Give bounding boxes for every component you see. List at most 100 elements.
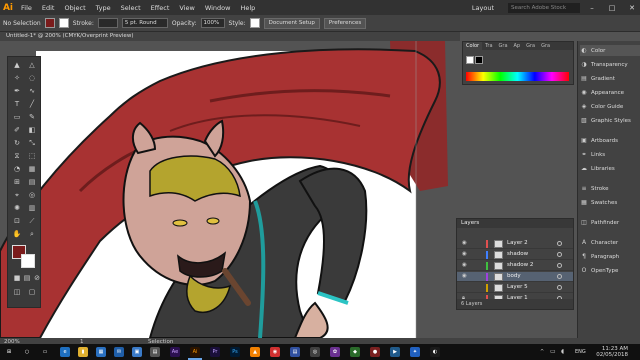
- stroke-weight-field[interactable]: [97, 18, 118, 28]
- opacity-field[interactable]: 100%: [200, 18, 225, 28]
- mesh-tool-icon[interactable]: ⊞: [12, 177, 22, 187]
- tab-graphic[interactable]: Gra: [523, 42, 538, 50]
- menu-file[interactable]: File: [16, 4, 37, 12]
- target-circle-icon[interactable]: [557, 274, 562, 279]
- layer-row[interactable]: ◉ body: [457, 272, 573, 282]
- shape-builder-tool-icon[interactable]: ◔: [12, 164, 22, 174]
- shaper-tool-icon[interactable]: ✐: [12, 125, 22, 135]
- panel-libraries[interactable]: ☁ Libraries: [580, 163, 640, 174]
- app-icon[interactable]: ▶: [390, 347, 400, 357]
- tab-color[interactable]: Color: [463, 42, 483, 50]
- hand-tool-icon[interactable]: ✋: [12, 229, 22, 239]
- free-transform-tool-icon[interactable]: ⬚: [27, 151, 37, 161]
- gradient-tool-icon[interactable]: ▤: [27, 177, 37, 187]
- chrome-icon[interactable]: ◉: [270, 347, 280, 357]
- panel-paragraph[interactable]: ¶ Paragraph: [580, 251, 640, 262]
- rotate-tool-icon[interactable]: ↻: [12, 138, 22, 148]
- panel-stroke-swatch[interactable]: [475, 56, 483, 64]
- store-icon[interactable]: ▦: [96, 347, 106, 357]
- line-tool-icon[interactable]: ╱: [27, 99, 37, 109]
- scale-tool-icon[interactable]: ⤡: [27, 138, 37, 148]
- illustrator-icon[interactable]: Ai: [190, 347, 200, 357]
- tab-gradient[interactable]: Gra: [496, 42, 511, 50]
- system-clock[interactable]: 11:23 AM 02/05/2018: [596, 346, 628, 358]
- panel-appearance[interactable]: ◉ Appearance: [580, 87, 640, 98]
- app-icon[interactable]: ●: [370, 347, 380, 357]
- graph-tool-icon[interactable]: ▥: [27, 203, 37, 213]
- vlc-icon[interactable]: ▲: [250, 347, 260, 357]
- menu-type[interactable]: Type: [91, 4, 116, 12]
- visibility-eye-icon[interactable]: ◉: [462, 251, 467, 257]
- document-setup-button[interactable]: Document Setup: [263, 17, 320, 29]
- gradient-mode-icon[interactable]: ▤: [22, 273, 32, 283]
- visibility-eye-icon[interactable]: ◉: [462, 262, 467, 268]
- app-icon[interactable]: ▤: [290, 347, 300, 357]
- minimize-icon[interactable]: –: [584, 4, 600, 12]
- stroke-color-swatch[interactable]: [21, 254, 35, 268]
- artboard-tool-icon[interactable]: ⊡: [12, 216, 22, 226]
- language-indicator[interactable]: ENG: [575, 349, 586, 355]
- fill-swatch[interactable]: [44, 18, 55, 28]
- color-mode-icon[interactable]: ■: [12, 273, 22, 283]
- app-icon[interactable]: ◐: [430, 347, 440, 357]
- character-artwork[interactable]: [0, 41, 460, 338]
- type-tool-icon[interactable]: T: [12, 99, 22, 109]
- target-circle-icon[interactable]: [557, 263, 562, 268]
- app-icon[interactable]: ✦: [410, 347, 420, 357]
- menu-edit[interactable]: Edit: [37, 4, 60, 12]
- mail-icon[interactable]: ✉: [114, 347, 124, 357]
- lasso-tool-icon[interactable]: ◌: [27, 73, 37, 83]
- layer-row[interactable]: ◉ shadow 2: [457, 261, 573, 271]
- curvature-tool-icon[interactable]: ∿: [27, 86, 37, 96]
- document-tab[interactable]: Untitled-1* @ 200% (CMYK/Overprint Previ…: [0, 32, 460, 41]
- panel-character[interactable]: A Character: [580, 237, 640, 248]
- menu-object[interactable]: Object: [59, 4, 90, 12]
- photoshop-icon[interactable]: Ps: [230, 347, 240, 357]
- width-tool-icon[interactable]: ⧖: [12, 151, 22, 161]
- panel-color-guide[interactable]: ◈ Color Guide: [580, 101, 640, 112]
- app-icon[interactable]: ✿: [330, 347, 340, 357]
- preferences-button[interactable]: Preferences: [323, 17, 367, 29]
- task-view-icon[interactable]: ▭: [40, 347, 50, 357]
- layer-row[interactable]: ◉ shadow: [457, 250, 573, 260]
- panel-transparency[interactable]: ◑ Transparency: [580, 59, 640, 70]
- brush-select[interactable]: 5 pt. Round: [121, 18, 168, 28]
- menu-window[interactable]: Window: [200, 4, 236, 12]
- target-circle-icon[interactable]: [557, 252, 562, 257]
- panel-stroke[interactable]: ≡ Stroke: [580, 183, 640, 194]
- panel-swatches[interactable]: ▦ Swatches: [580, 197, 640, 208]
- tab-appearance[interactable]: Ap: [511, 42, 524, 50]
- canvas[interactable]: [0, 41, 460, 338]
- maximize-icon[interactable]: □: [604, 4, 620, 12]
- panel-gradient[interactable]: ▤ Gradient: [580, 73, 640, 84]
- search-icon[interactable]: ○: [22, 347, 32, 357]
- network-icon[interactable]: ▭: [550, 348, 556, 355]
- visibility-eye-icon[interactable]: ◉: [462, 273, 467, 279]
- premiere-icon[interactable]: Pr: [210, 347, 220, 357]
- workspace-switcher[interactable]: Layout: [462, 4, 504, 12]
- calculator-icon[interactable]: ▤: [150, 347, 160, 357]
- zoom-tool-icon[interactable]: ⌕: [27, 229, 37, 239]
- color-spectrum[interactable]: [466, 72, 569, 81]
- screen-mode-icon[interactable]: ▢: [27, 287, 37, 297]
- target-circle-icon[interactable]: [557, 285, 562, 290]
- perspective-grid-tool-icon[interactable]: ▦: [27, 164, 37, 174]
- drawing-mode-icon[interactable]: ◫: [12, 287, 22, 297]
- rectangle-tool-icon[interactable]: ▭: [12, 112, 22, 122]
- eyedropper-tool-icon[interactable]: ⌖: [12, 190, 22, 200]
- file-explorer-icon[interactable]: ▮: [78, 347, 88, 357]
- pen-tool-icon[interactable]: ✒: [12, 86, 22, 96]
- panel-artboards[interactable]: ▣ Artboards: [580, 135, 640, 146]
- app-icon[interactable]: ◆: [350, 347, 360, 357]
- visibility-eye-icon[interactable]: ◉: [462, 240, 467, 246]
- menu-select[interactable]: Select: [116, 4, 146, 12]
- eraser-tool-icon[interactable]: ◧: [27, 125, 37, 135]
- blend-tool-icon[interactable]: ◎: [27, 190, 37, 200]
- target-circle-icon[interactable]: [557, 241, 562, 246]
- panel-links[interactable]: ⚭ Links: [580, 149, 640, 160]
- panel-graphic-styles[interactable]: ▧ Graphic Styles: [580, 115, 640, 126]
- edge-icon[interactable]: e: [60, 347, 70, 357]
- close-icon[interactable]: ✕: [624, 4, 640, 12]
- tab-graphic-styles[interactable]: Gra: [538, 42, 553, 50]
- after-effects-icon[interactable]: Ae: [170, 347, 180, 357]
